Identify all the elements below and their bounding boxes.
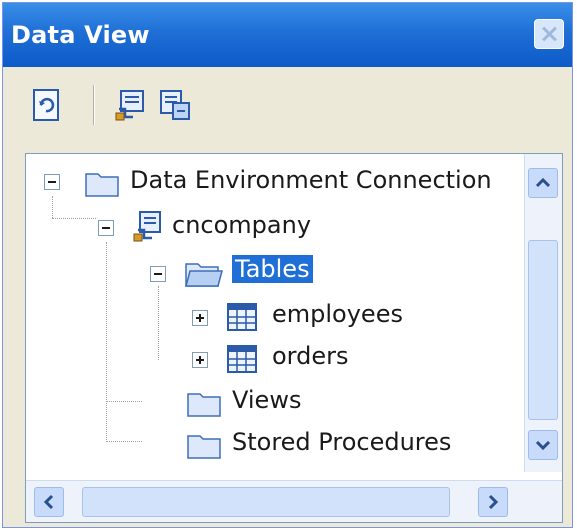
collapse-connection-button[interactable]: [98, 220, 114, 236]
collapse-root-button[interactable]: [44, 174, 60, 190]
expand-employees-button[interactable]: [192, 310, 208, 326]
expand-orders-button[interactable]: [192, 352, 208, 368]
collapse-tables-button[interactable]: [150, 266, 166, 282]
close-button[interactable]: [534, 19, 564, 49]
tree-item-tables[interactable]: Tables: [232, 255, 313, 283]
tree-item-connection[interactable]: cncompany: [172, 211, 311, 239]
chevron-left-icon: [43, 494, 54, 510]
connection-button[interactable]: [113, 87, 149, 123]
scroll-left-button[interactable]: [34, 487, 64, 517]
tree-line: [52, 196, 53, 218]
table-icon: [227, 303, 257, 331]
tree-line: [106, 401, 142, 402]
scroll-up-button[interactable]: [528, 168, 558, 198]
folder-icon: [187, 435, 221, 459]
tree-line: [106, 441, 142, 442]
tree-item-views[interactable]: Views: [232, 386, 301, 414]
window-title: Data View: [11, 21, 150, 49]
refresh-button[interactable]: [29, 87, 65, 123]
chevron-up-icon: [535, 177, 551, 188]
folder-icon: [85, 173, 119, 197]
toolbar: [3, 67, 572, 143]
data-view-window: Data View Data Environment Connection cn…: [2, 2, 573, 528]
scroll-right-button[interactable]: [478, 487, 508, 517]
vertical-scrollbar[interactable]: [524, 154, 562, 472]
data-view-icon: [160, 90, 190, 120]
tree-view[interactable]: Data Environment Connection cncompany Ta…: [25, 153, 563, 523]
horizontal-scroll-thumb[interactable]: [82, 487, 450, 517]
tree-item-employees[interactable]: employees: [272, 300, 403, 328]
scroll-down-button[interactable]: [528, 430, 558, 460]
data-view-button[interactable]: [157, 87, 193, 123]
tree-line: [158, 286, 159, 360]
chevron-right-icon: [488, 494, 499, 510]
open-folder-icon: [185, 263, 223, 287]
horizontal-scrollbar[interactable]: [26, 480, 562, 522]
title-bar[interactable]: Data View: [3, 3, 572, 67]
tree-line: [52, 218, 96, 219]
connection-icon: [115, 90, 144, 121]
table-icon: [227, 345, 257, 373]
vertical-scroll-thumb[interactable]: [528, 240, 558, 420]
chevron-down-icon: [535, 440, 551, 451]
folder-icon: [187, 393, 221, 417]
refresh-icon: [33, 89, 59, 121]
tree-item-orders[interactable]: orders: [272, 342, 349, 370]
tree-item-stored-procedures[interactable]: Stored Procedures: [232, 428, 451, 456]
tree-item-root[interactable]: Data Environment Connection: [130, 166, 492, 194]
connection-icon: [133, 211, 161, 242]
toolbar-separator: [93, 85, 95, 125]
tree-line: [106, 242, 107, 442]
